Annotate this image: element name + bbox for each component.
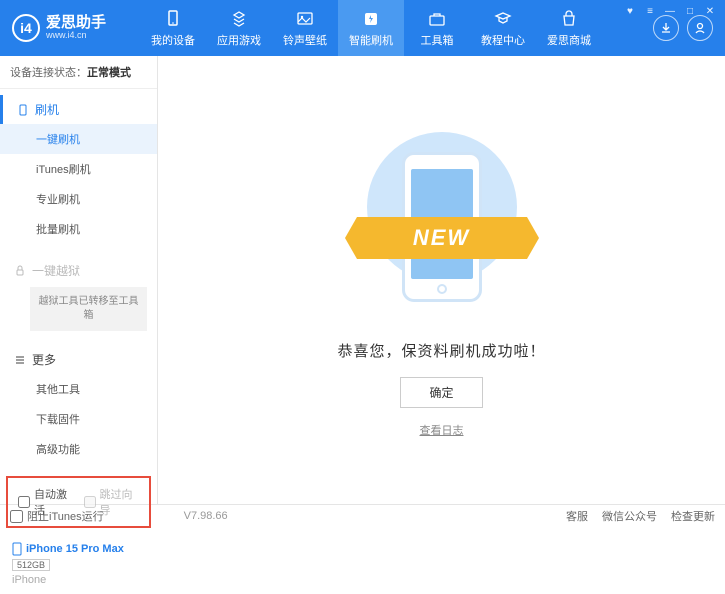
tutorial-icon (493, 9, 513, 29)
block-itunes-checkbox[interactable]: 阻止iTunes运行 (10, 508, 104, 524)
image-icon (295, 9, 315, 29)
nav-ringtone[interactable]: 铃声壁纸 (272, 0, 338, 56)
sidebar-item-pro[interactable]: 专业刷机 (0, 184, 157, 214)
maximize-icon[interactable]: □ (683, 4, 697, 18)
sidebar-jailbreak-header: 一键越狱 (0, 256, 157, 285)
nav-my-device[interactable]: 我的设备 (140, 0, 206, 56)
device-type: iPhone (12, 574, 145, 586)
logo-icon: i4 (12, 14, 40, 42)
success-illustration: NEW (352, 122, 532, 322)
download-button[interactable] (653, 15, 679, 41)
logo[interactable]: i4 爱思助手 www.i4.cn (12, 14, 140, 42)
main-content: NEW 恭喜您，保资料刷机成功啦！ 确定 查看日志 (158, 56, 725, 504)
list-icon (14, 354, 26, 366)
phone-icon (17, 104, 29, 116)
version-label: V7.98.66 (184, 510, 228, 522)
logo-url: www.i4.cn (46, 31, 106, 41)
new-badge: NEW (357, 217, 527, 259)
sidebar-item-download[interactable]: 下载固件 (0, 404, 157, 434)
user-button[interactable] (687, 15, 713, 41)
lock-icon (14, 265, 26, 277)
device-storage: 512GB (12, 559, 50, 571)
toolbox-icon (427, 9, 447, 29)
sidebar: 设备连接状态：正常模式 刷机 一键刷机 iTunes刷机 专业刷机 批量刷机 一… (0, 56, 158, 504)
nav-mall[interactable]: 爱思商城 (536, 0, 602, 56)
header: i4 爱思助手 www.i4.cn 我的设备 应用游戏 铃声壁纸 智能刷机 工具… (0, 0, 725, 56)
gift-icon[interactable]: ♥ (623, 4, 637, 18)
nav-tutorial[interactable]: 教程中心 (470, 0, 536, 56)
jailbreak-note: 越狱工具已转移至工具箱 (30, 287, 147, 331)
menu-icon[interactable]: ≡ (643, 4, 657, 18)
nav-apps[interactable]: 应用游戏 (206, 0, 272, 56)
device-icon (12, 542, 22, 556)
sidebar-flash-header[interactable]: 刷机 (0, 95, 157, 124)
mall-icon (559, 9, 579, 29)
footer-update[interactable]: 检查更新 (671, 508, 715, 524)
sidebar-item-othertools[interactable]: 其他工具 (0, 374, 157, 404)
footer-support[interactable]: 客服 (566, 508, 588, 524)
device-info: iPhone 15 Pro Max 512GB iPhone (0, 534, 157, 594)
success-message: 恭喜您，保资料刷机成功啦！ (337, 340, 545, 361)
sidebar-item-batch[interactable]: 批量刷机 (0, 214, 157, 244)
nav: 我的设备 应用游戏 铃声壁纸 智能刷机 工具箱 教程中心 爱思商城 (140, 0, 602, 56)
sidebar-more-header[interactable]: 更多 (0, 345, 157, 374)
sidebar-item-advanced[interactable]: 高级功能 (0, 434, 157, 464)
nav-flash[interactable]: 智能刷机 (338, 0, 404, 56)
device-icon (163, 9, 183, 29)
sidebar-item-itunes[interactable]: iTunes刷机 (0, 154, 157, 184)
app-icon (229, 9, 249, 29)
sidebar-item-oneclick[interactable]: 一键刷机 (0, 124, 157, 154)
close-icon[interactable]: ✕ (703, 4, 717, 18)
view-log-link[interactable]: 查看日志 (420, 422, 464, 438)
nav-toolbox[interactable]: 工具箱 (404, 0, 470, 56)
connection-status: 设备连接状态：正常模式 (0, 56, 157, 89)
flash-icon (361, 9, 381, 29)
logo-title: 爱思助手 (46, 15, 106, 32)
minimize-icon[interactable]: — (663, 4, 677, 18)
footer-wechat[interactable]: 微信公众号 (602, 508, 657, 524)
ok-button[interactable]: 确定 (400, 377, 482, 408)
device-name[interactable]: iPhone 15 Pro Max (12, 542, 145, 556)
